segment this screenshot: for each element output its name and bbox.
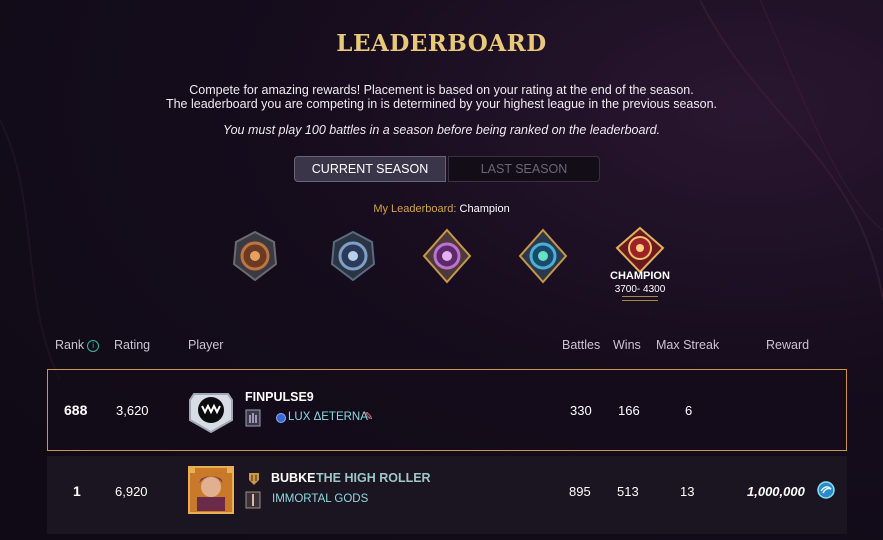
column-reward: Reward	[766, 338, 810, 352]
guild-name[interactable]: IMMORTAL GODS	[272, 493, 368, 505]
wins-value: 166	[618, 403, 640, 418]
player-name[interactable]: BUBKE	[271, 471, 315, 485]
rank-value: 688	[64, 402, 88, 418]
shield-icon	[249, 473, 259, 485]
max-streak-value: 6	[685, 403, 693, 418]
page-title: LEADERBOARD	[336, 30, 547, 57]
wins-value: 513	[617, 484, 639, 499]
reward-token-icon	[817, 481, 835, 499]
champion-selected-indicator	[622, 296, 658, 301]
info-icon[interactable]: i	[87, 340, 100, 352]
bronze-league-icon[interactable]	[228, 228, 282, 284]
ranking-requirement-notice: You must play 100 battles in a season be…	[222, 123, 661, 137]
my-leaderboard: My Leaderboard: Champion	[0, 203, 883, 215]
tab-current-season[interactable]: CURRENT SEASON	[294, 156, 446, 182]
column-max-streak: Max Streak	[656, 338, 720, 352]
rating-value: 3,620	[116, 403, 149, 418]
champion-rating-range: 3700- 4300	[614, 284, 666, 295]
avatar[interactable]	[188, 390, 234, 434]
gold-league-icon[interactable]	[420, 228, 474, 284]
my-leaderboard-label: My Leaderboard:	[373, 203, 457, 215]
column-player: Player	[188, 338, 224, 352]
guild-banner-icon	[245, 491, 261, 509]
rank-value: 1	[73, 483, 81, 499]
max-streak-value: 13	[680, 484, 695, 499]
silver-league-icon[interactable]	[326, 228, 380, 284]
player-name[interactable]: FINPULSE9	[245, 390, 314, 404]
avatar[interactable]	[187, 465, 235, 515]
table-row[interactable]: 1 6,920 BUBKE THE HIGH ROLLER IMMORTAL G…	[47, 456, 847, 534]
column-rank: Rank i	[55, 338, 100, 352]
battles-value: 330	[570, 403, 592, 418]
reward-value: 1,000,000	[747, 484, 805, 499]
diamond-league-icon[interactable]	[516, 228, 570, 284]
description-line-1: Compete for amazing rewards! Placement i…	[189, 83, 694, 97]
hand-icon	[245, 409, 261, 427]
player-title: THE HIGH ROLLER	[316, 471, 431, 485]
rating-value: 6,920	[115, 484, 148, 499]
description-line-2: The leaderboard you are competing in is …	[165, 97, 718, 111]
tab-last-season[interactable]: LAST SEASON	[448, 156, 600, 182]
feather-icon: ✎	[364, 411, 374, 423]
guild-name[interactable]: LUX ΔETERNA	[288, 411, 368, 423]
my-rank-row[interactable]: 688 3,620 FINPULSE9 LUX ΔETERNA ✎ 330 16…	[47, 369, 847, 451]
season-tabs: CURRENT SEASON LAST SEASON	[294, 156, 600, 182]
column-rank-label: Rank	[55, 338, 85, 352]
champion-league-label: CHAMPION	[610, 270, 670, 282]
column-battles: Battles	[562, 338, 601, 352]
battles-value: 895	[569, 484, 591, 499]
my-leaderboard-value: Champion	[459, 203, 510, 215]
guild-emblem-icon	[276, 413, 286, 423]
column-wins: Wins	[613, 338, 641, 352]
column-rating: Rating	[114, 338, 151, 352]
